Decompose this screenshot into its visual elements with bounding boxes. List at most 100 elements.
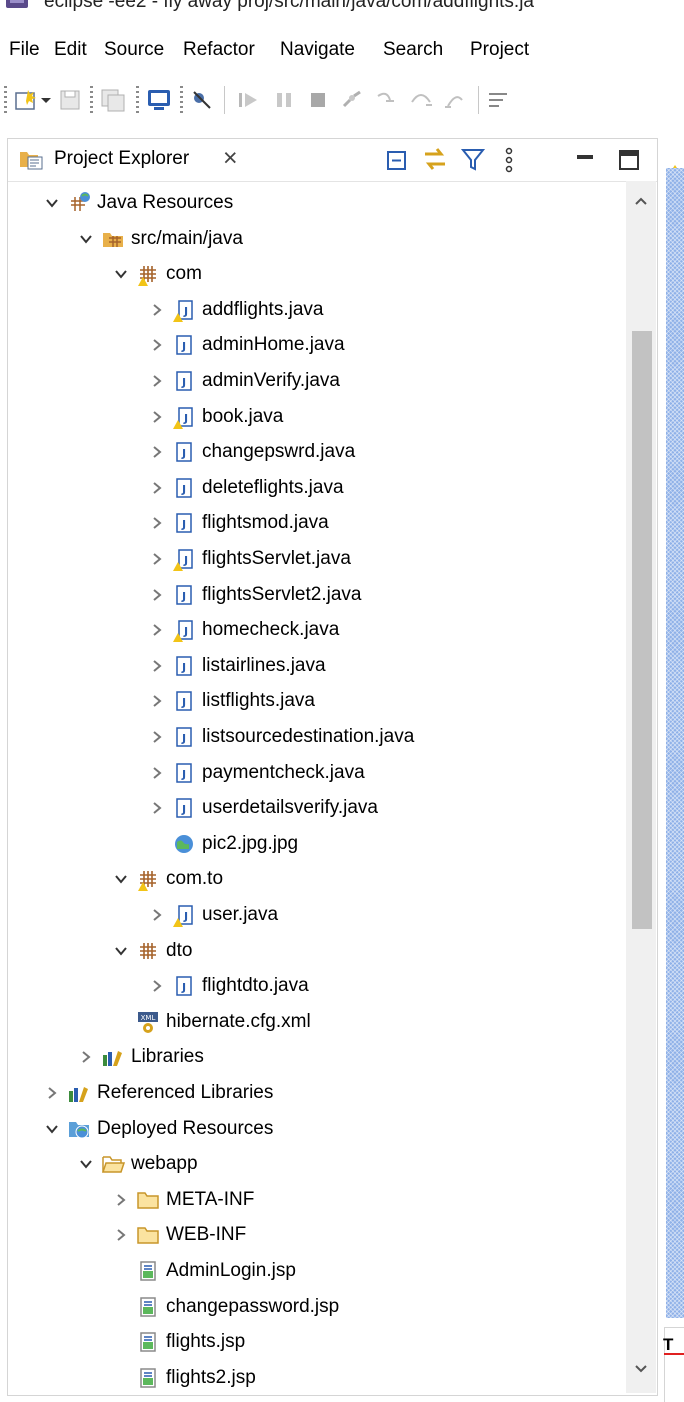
- skip-breakpoints-icon[interactable]: [190, 88, 214, 112]
- maximize-icon[interactable]: [618, 149, 640, 171]
- suspend-icon[interactable]: [272, 88, 296, 112]
- chevron-right-icon[interactable]: [149, 729, 165, 745]
- package-icon: [140, 942, 156, 959]
- tree-item[interactable]: Jaddflights.java: [8, 293, 634, 328]
- tree-item[interactable]: Juserdetailsverify.java: [8, 791, 634, 826]
- chevron-right-icon[interactable]: [149, 515, 165, 531]
- tree-item[interactable]: JadminHome.java: [8, 328, 634, 363]
- chevron-down-icon[interactable]: [78, 1156, 94, 1172]
- tree-item[interactable]: Jdeleteflights.java: [8, 471, 634, 506]
- menu-file[interactable]: File: [9, 39, 40, 61]
- save-icon[interactable]: [58, 88, 82, 112]
- disconnect-icon[interactable]: [340, 88, 366, 112]
- word-wrap-icon[interactable]: [486, 88, 512, 112]
- tree-item[interactable]: WEB-INF: [8, 1218, 634, 1253]
- tree-item[interactable]: Jlistsourcedestination.java: [8, 720, 634, 755]
- scroll-up-icon[interactable]: [633, 193, 649, 209]
- tree-item[interactable]: Jlistflights.java: [8, 684, 634, 719]
- save-all-icon[interactable]: [100, 88, 128, 112]
- tree-item[interactable]: Deployed Resources: [8, 1112, 634, 1147]
- chevron-right-icon[interactable]: [149, 622, 165, 638]
- chevron-right-icon[interactable]: [149, 409, 165, 425]
- lower-panel-tab[interactable]: T: [663, 1335, 673, 1355]
- menu-source[interactable]: Source: [104, 39, 164, 61]
- chevron-right-icon[interactable]: [149, 978, 165, 994]
- tree-item[interactable]: src/main/java: [8, 222, 634, 257]
- tree-item[interactable]: pic2.jpg.jpg: [8, 827, 634, 862]
- tree-item[interactable]: dto: [8, 934, 634, 969]
- chevron-right-icon[interactable]: [149, 907, 165, 923]
- menu-search[interactable]: Search: [383, 39, 443, 61]
- chevron-right-icon[interactable]: [149, 765, 165, 781]
- step-over-icon[interactable]: [408, 88, 434, 112]
- step-into-icon[interactable]: [374, 88, 400, 112]
- toolbar-grip[interactable]: [4, 86, 7, 114]
- chevron-right-icon[interactable]: [149, 587, 165, 603]
- scroll-down-icon[interactable]: [633, 1361, 649, 1377]
- tree-item[interactable]: Libraries: [8, 1040, 634, 1075]
- menu-refactor[interactable]: Refactor: [183, 39, 255, 61]
- chevron-right-icon[interactable]: [149, 693, 165, 709]
- chevron-down-icon[interactable]: [113, 871, 129, 887]
- chevron-right-icon[interactable]: [113, 1192, 129, 1208]
- tree-item[interactable]: XML hibernate.cfg.xml: [8, 1005, 634, 1040]
- chevron-right-icon[interactable]: [149, 658, 165, 674]
- tree-item[interactable]: Java Resources: [8, 186, 634, 221]
- tree-item[interactable]: Jhomecheck.java: [8, 613, 634, 648]
- tree-item[interactable]: JflightsServlet.java: [8, 542, 634, 577]
- link-with-editor-icon[interactable]: [421, 145, 449, 173]
- tree-item[interactable]: Jlistairlines.java: [8, 649, 634, 684]
- chevron-down-icon[interactable]: [44, 195, 60, 211]
- filter-icon[interactable]: [460, 147, 486, 173]
- chevron-right-icon[interactable]: [78, 1049, 94, 1065]
- view-menu-icon[interactable]: [502, 147, 516, 173]
- chevron-down-icon[interactable]: [113, 266, 129, 282]
- tree-item[interactable]: Juser.java: [8, 898, 634, 933]
- menu-edit[interactable]: Edit: [54, 39, 87, 61]
- tree-item[interactable]: Jchangepswrd.java: [8, 435, 634, 470]
- tree-item[interactable]: Jbook.java: [8, 400, 634, 435]
- tree-item[interactable]: com: [8, 257, 634, 292]
- chevron-right-icon[interactable]: [149, 800, 165, 816]
- console-icon[interactable]: [146, 88, 172, 112]
- menu-project[interactable]: Project: [470, 39, 529, 61]
- collapse-all-icon[interactable]: [385, 149, 409, 173]
- close-tab-icon[interactable]: ×: [223, 144, 238, 173]
- step-return-icon[interactable]: [442, 88, 468, 112]
- chevron-right-icon[interactable]: [149, 337, 165, 353]
- chevron-down-icon[interactable]: [78, 231, 94, 247]
- tree-item[interactable]: Jflightdto.java: [8, 969, 634, 1004]
- menu-navigate[interactable]: Navigate: [280, 39, 355, 61]
- resume-icon[interactable]: [236, 88, 262, 112]
- tree-item[interactable]: changepassword.jsp: [8, 1290, 634, 1325]
- chevron-right-icon[interactable]: [149, 373, 165, 389]
- vertical-scrollbar[interactable]: [626, 181, 656, 1393]
- chevron-right-icon[interactable]: [149, 480, 165, 496]
- chevron-right-icon[interactable]: [149, 302, 165, 318]
- terminate-icon[interactable]: [306, 88, 330, 112]
- chevron-right-icon[interactable]: [113, 1227, 129, 1243]
- tree-item[interactable]: flights2.jsp: [8, 1361, 634, 1393]
- tree-item[interactable]: com.to: [8, 862, 634, 897]
- tree-item[interactable]: JadminVerify.java: [8, 364, 634, 399]
- chevron-down-icon[interactable]: [113, 943, 129, 959]
- toolbar-grip[interactable]: [90, 86, 93, 114]
- project-explorer-tab[interactable]: Project Explorer ×: [8, 139, 657, 182]
- tree-item[interactable]: flights.jsp: [8, 1325, 634, 1360]
- minimize-icon[interactable]: [576, 153, 594, 165]
- tree-item[interactable]: Jpaymentcheck.java: [8, 756, 634, 791]
- toolbar-grip[interactable]: [180, 86, 183, 114]
- chevron-down-icon[interactable]: [44, 1121, 60, 1137]
- tree-item[interactable]: JflightsServlet2.java: [8, 578, 634, 613]
- tree-item[interactable]: webapp: [8, 1147, 634, 1182]
- tree-item[interactable]: META-INF: [8, 1183, 634, 1218]
- chevron-right-icon[interactable]: [44, 1085, 60, 1101]
- toolbar-grip[interactable]: [136, 86, 139, 114]
- scrollbar-thumb[interactable]: [632, 331, 652, 929]
- chevron-right-icon[interactable]: [149, 444, 165, 460]
- tree-item[interactable]: AdminLogin.jsp: [8, 1254, 634, 1289]
- chevron-right-icon[interactable]: [149, 551, 165, 567]
- tree-item[interactable]: Jflightsmod.java: [8, 506, 634, 541]
- tree-item[interactable]: Referenced Libraries: [8, 1076, 634, 1111]
- new-wizard-icon[interactable]: [14, 88, 54, 112]
